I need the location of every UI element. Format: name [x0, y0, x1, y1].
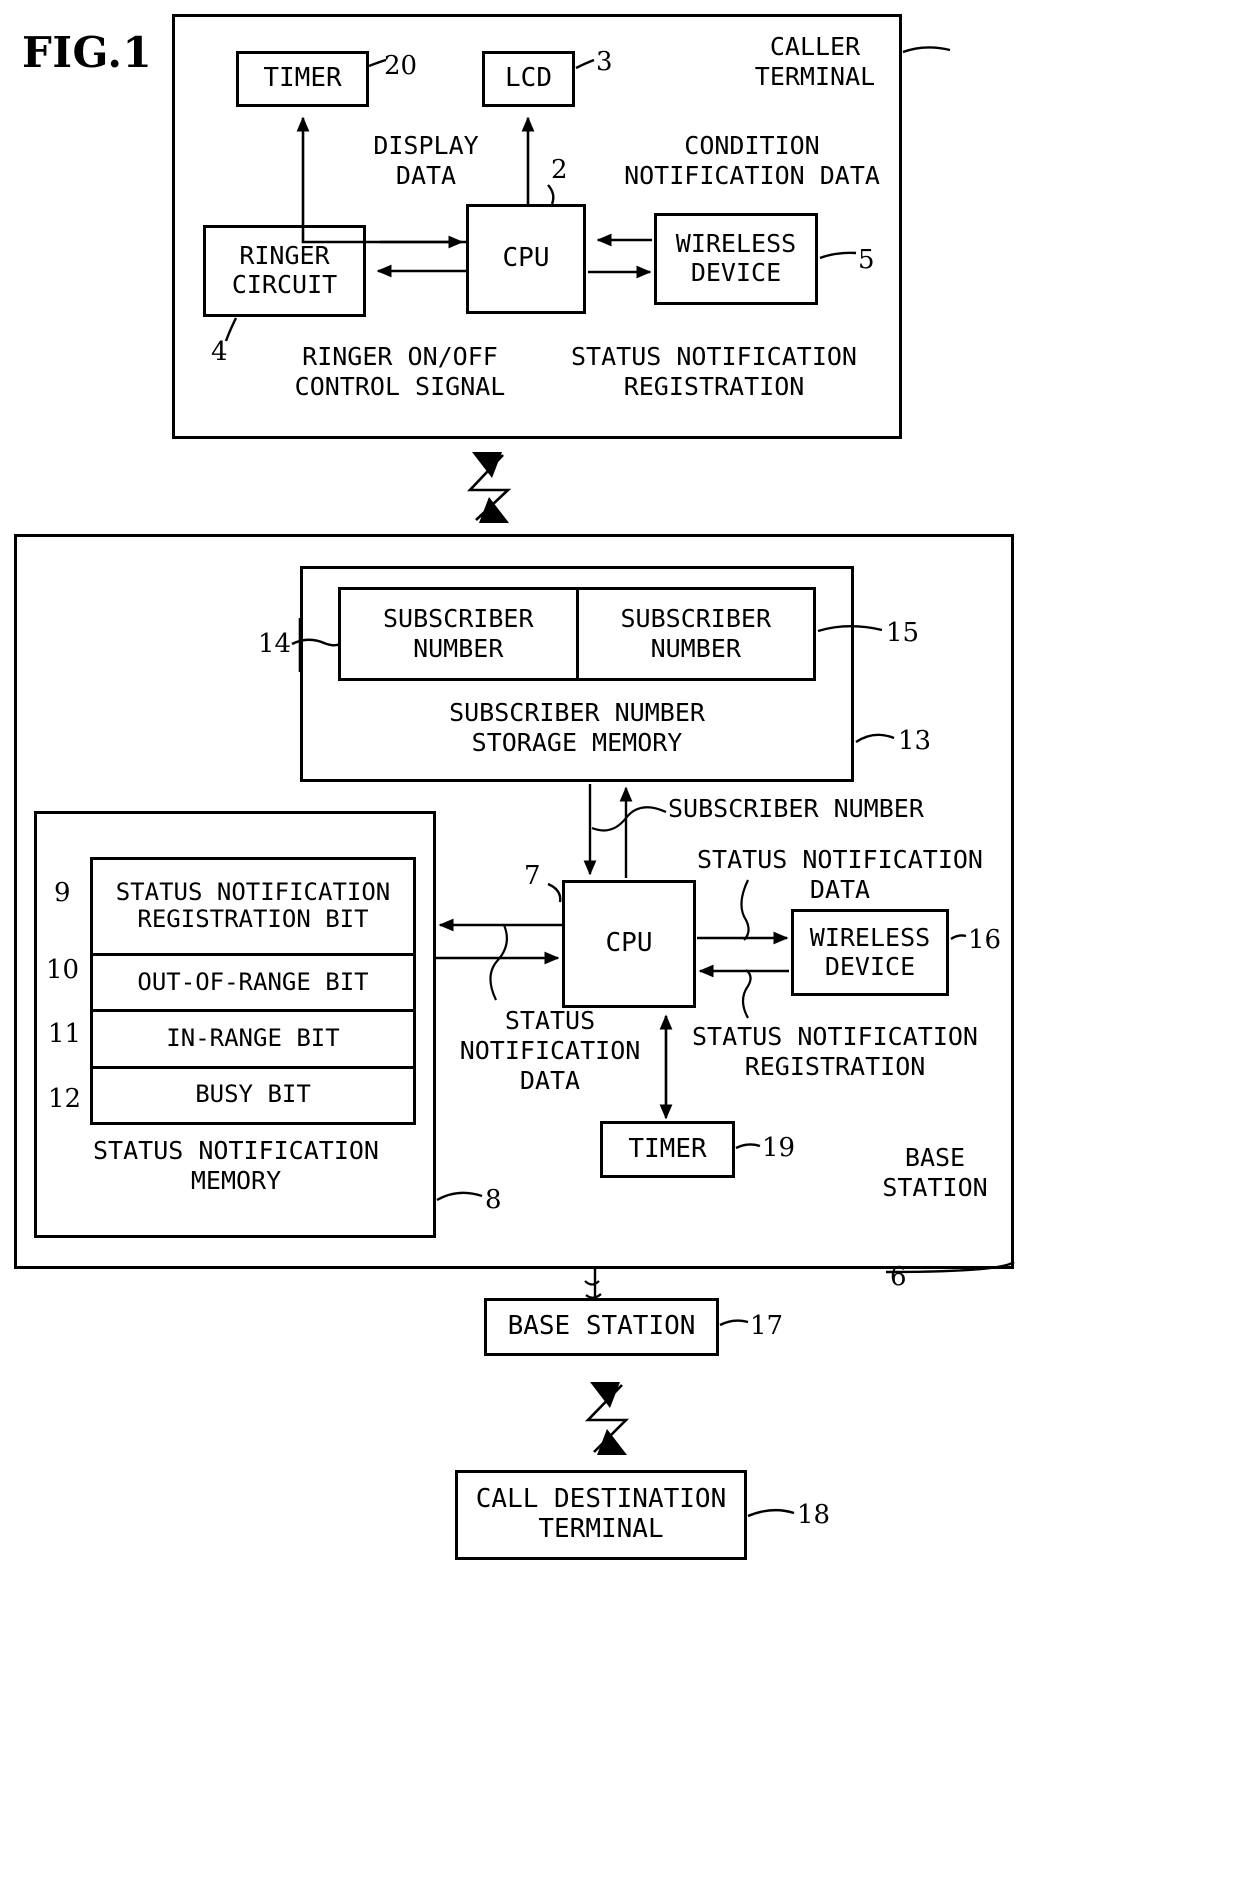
ref-15: 15 [886, 618, 920, 648]
ref-9: 9 [54, 878, 71, 908]
status-bit-row-10: OUT-OF-RANGE BIT [93, 956, 413, 1013]
subscriber-number-cell-14: SUBSCRIBER NUMBER [341, 590, 579, 678]
base-station-label: BASE STATION [882, 1143, 988, 1202]
base-timer-block: TIMER [600, 1121, 735, 1178]
subscriber-number-cell-15: SUBSCRIBER NUMBER [620, 604, 771, 663]
caller-terminal-label: CALLER TERMINAL [754, 32, 876, 91]
ref-6: 6 [890, 1262, 907, 1292]
ref-17: 17 [750, 1311, 784, 1341]
base-cpu-block: CPU [562, 880, 696, 1008]
signal-status-notification-data-left: STATUS NOTIFICATION DATA [459, 1006, 641, 1095]
subscriber-memory-label: SUBSCRIBER NUMBER STORAGE MEMORY [449, 698, 705, 757]
ref-14: 14 [258, 629, 292, 659]
signal-status-notification-data-right: STATUS NOTIFICATION DATA [697, 845, 983, 904]
signal-status-notification-registration-top: STATUS NOTIFICATION REGISTRATION [571, 342, 857, 401]
signal-status-notification-registration-base: STATUS NOTIFICATION REGISTRATION [692, 1022, 978, 1081]
ref-13: 13 [898, 726, 932, 756]
ref-11: 11 [48, 1019, 82, 1049]
signal-subscriber-number: SUBSCRIBER NUMBER [668, 794, 924, 823]
ref-16: 16 [968, 925, 1002, 955]
subscriber-number-cells: SUBSCRIBER NUMBER SUBSCRIBER NUMBER [338, 587, 816, 681]
caller-wireless-device-block: WIRELESS DEVICE [654, 213, 818, 305]
ref-8: 8 [485, 1185, 502, 1215]
ref-10: 10 [46, 955, 80, 985]
ref-3: 3 [596, 47, 613, 77]
ref-19: 19 [762, 1133, 796, 1163]
status-bit-row-9: STATUS NOTIFICATION REGISTRATION BIT [93, 860, 413, 956]
call-destination-terminal-block: CALL DESTINATION TERMINAL [455, 1470, 747, 1560]
status-bit-row-11: IN-RANGE BIT [93, 1012, 413, 1069]
caller-timer-block: TIMER [236, 51, 369, 107]
caller-ringer-circuit-block: RINGER CIRCUIT [203, 225, 366, 317]
lower-base-station-block: BASE STATION [484, 1298, 719, 1356]
base-wireless-device-block: WIRELESS DEVICE [791, 909, 949, 996]
caller-lcd-block: LCD [482, 51, 575, 107]
signal-ringer-control: RINGER ON/OFF CONTROL SIGNAL [294, 342, 506, 401]
ref-4: 4 [211, 337, 228, 367]
status-memory-label: STATUS NOTIFICATION MEMORY [93, 1136, 379, 1195]
caller-cpu-block: CPU [466, 204, 586, 314]
status-notification-bits-table: STATUS NOTIFICATION REGISTRATION BIT OUT… [90, 857, 416, 1125]
ref-20: 20 [384, 51, 418, 81]
patent-figure-1: FIG.1 CALLER TERMINAL TIMER 20 LCD 3 CPU… [0, 0, 1240, 1894]
signal-display-data: DISPLAY DATA [373, 131, 479, 190]
ref-5: 5 [858, 245, 875, 275]
ref-7: 7 [524, 861, 541, 891]
status-bit-row-12: BUSY BIT [195, 1080, 311, 1109]
ref-18: 18 [797, 1500, 831, 1530]
ref-2: 2 [551, 155, 568, 185]
ref-12: 12 [48, 1084, 82, 1114]
figure-title: FIG.1 [22, 28, 153, 77]
signal-condition-notification-data: CONDITION NOTIFICATION DATA [624, 131, 880, 190]
